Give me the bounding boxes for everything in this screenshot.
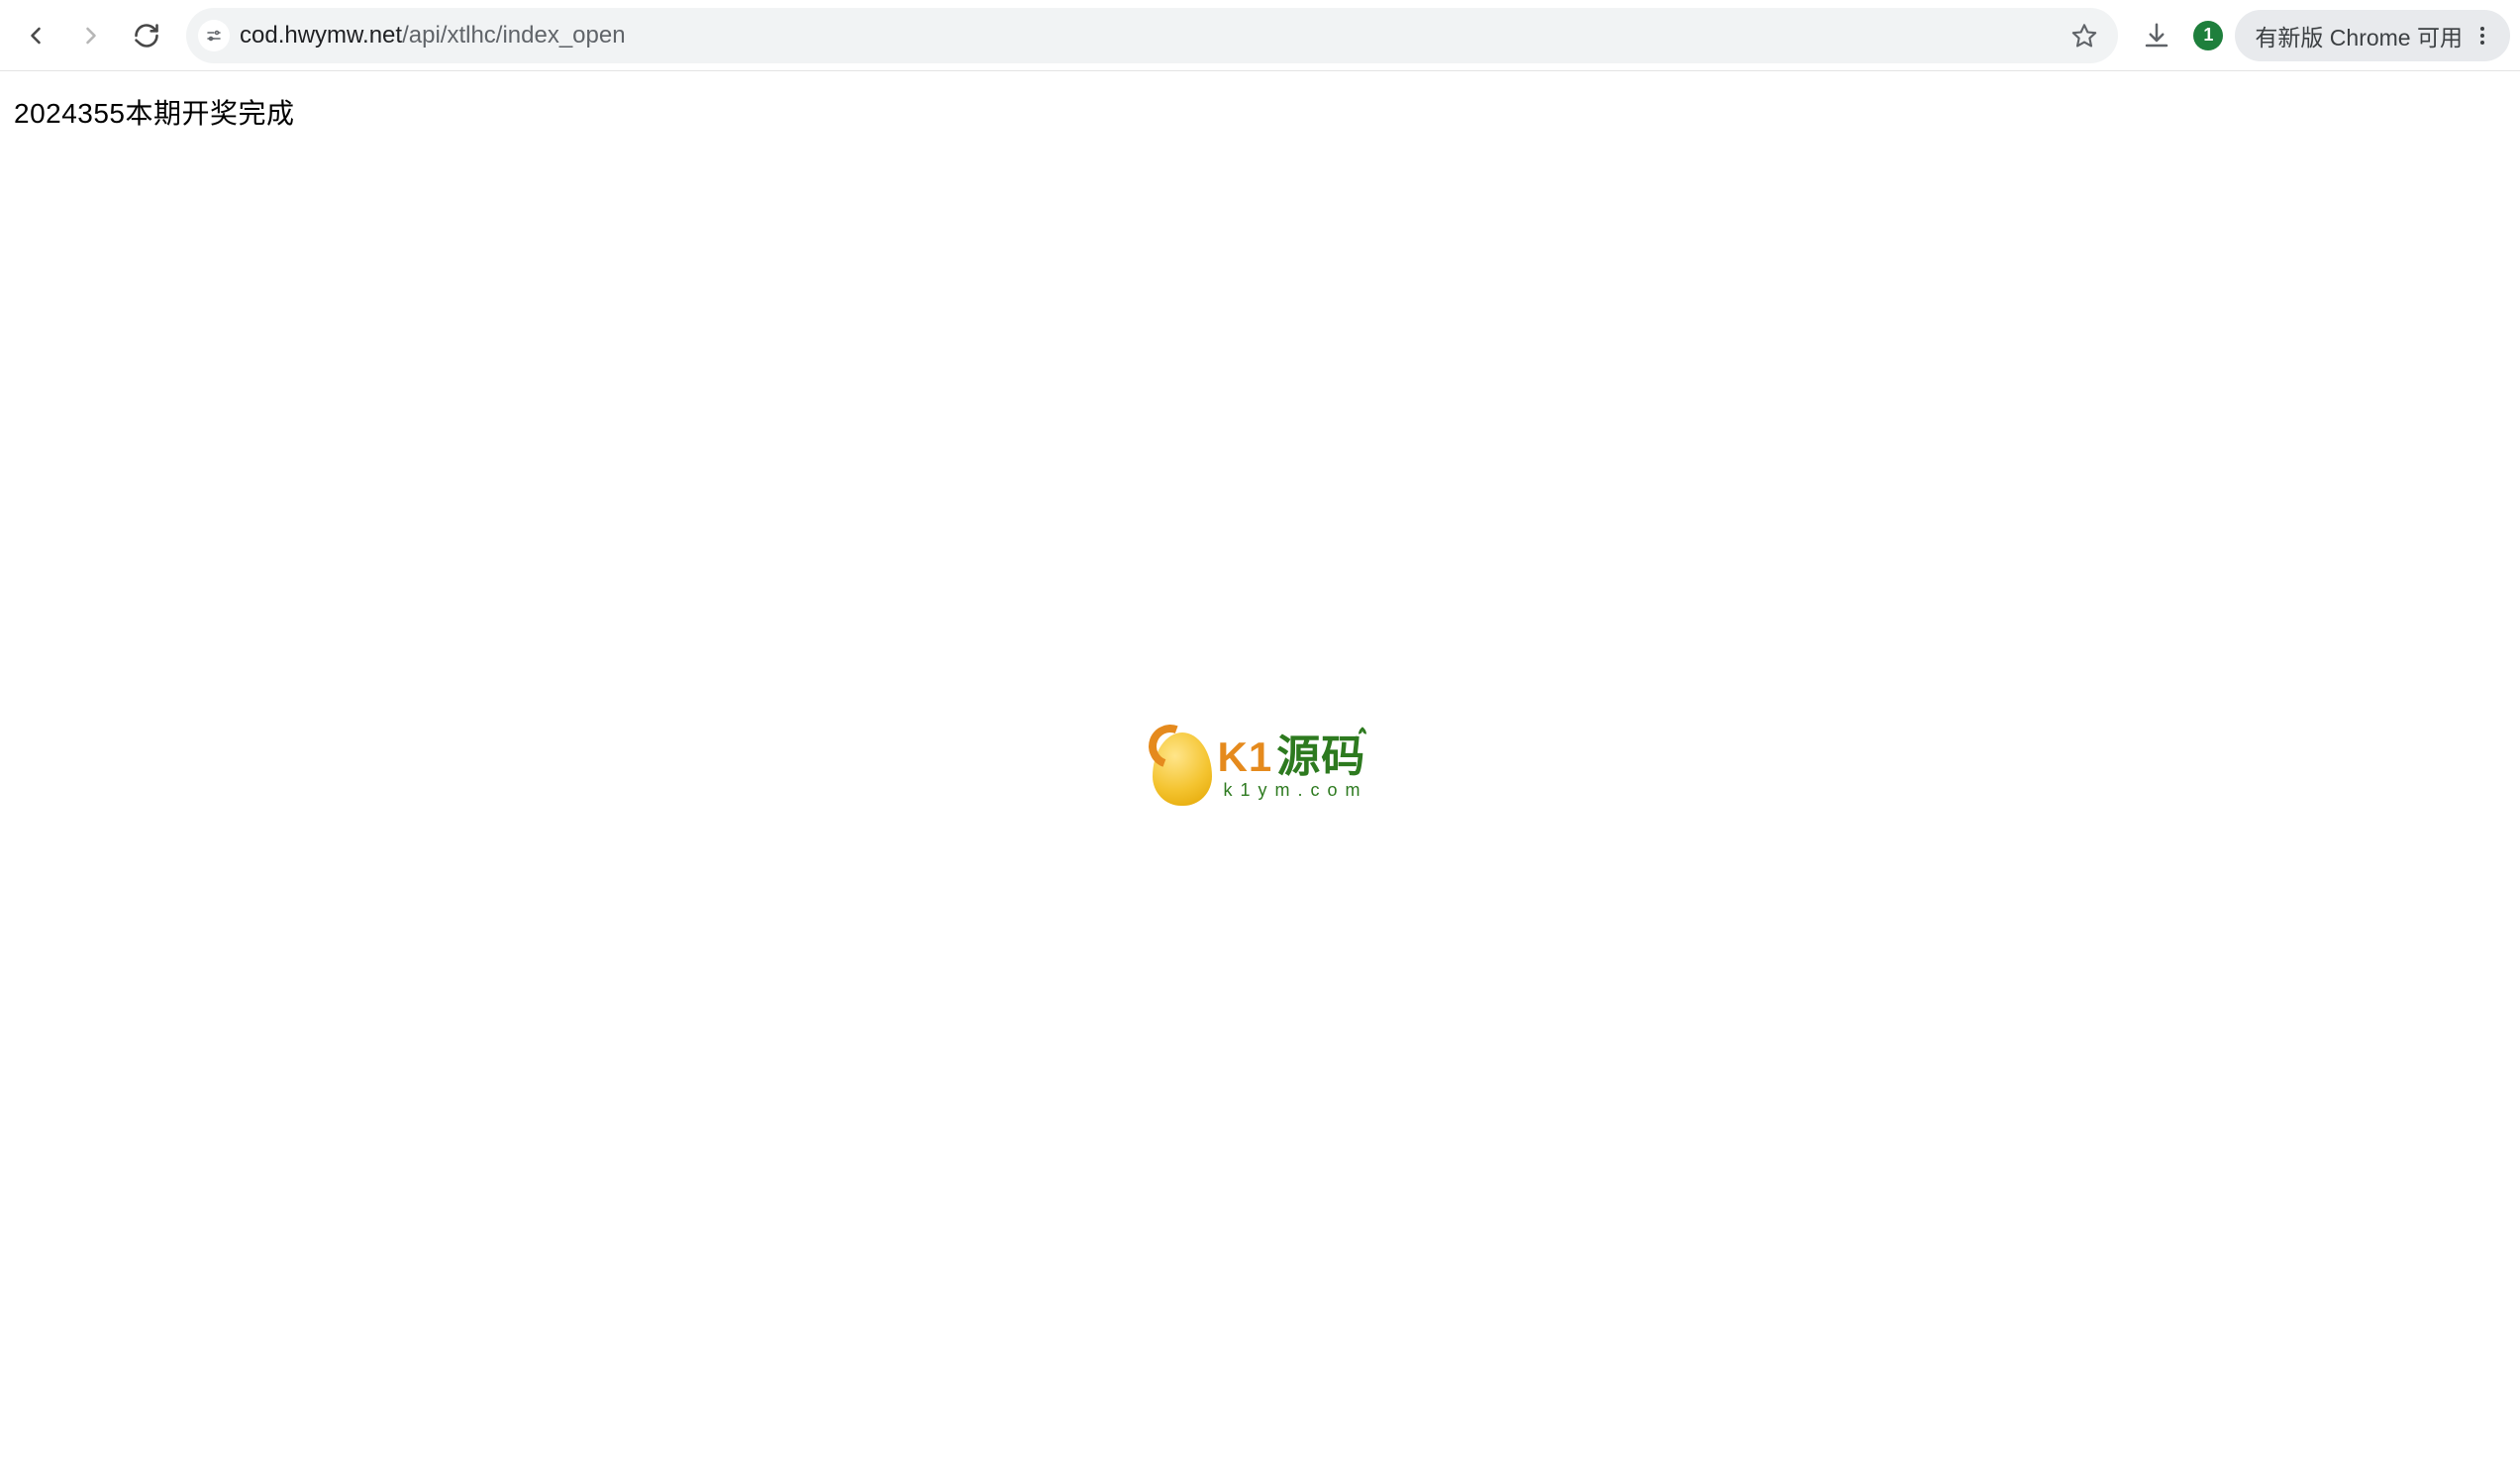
- chrome-update-label: 有新版 Chrome 可用: [2255, 19, 2463, 52]
- browser-toolbar: cod.hwymw.net/api/xtlhc/index_open 1 有新版…: [0, 0, 2520, 71]
- reload-button[interactable]: [121, 10, 172, 61]
- profile-avatar[interactable]: 1: [2193, 21, 2223, 50]
- omnibox[interactable]: cod.hwymw.net/api/xtlhc/index_open: [186, 8, 2118, 63]
- url-text: cod.hwymw.net/api/xtlhc/index_open: [240, 22, 2045, 49]
- profile-badge-text: 1: [2203, 25, 2213, 46]
- watermark-egg-icon: [1152, 727, 1211, 808]
- back-button[interactable]: [10, 10, 61, 61]
- forward-button[interactable]: [65, 10, 117, 61]
- downloads-icon[interactable]: [2132, 11, 2181, 60]
- leaf-icon: [1355, 726, 1370, 745]
- k1ym-watermark: K1 源码 k1ym.com: [1152, 727, 1367, 808]
- page-content: 2024355本期开奖完成 K1 源码 k1ym.com: [0, 71, 2520, 1463]
- watermark-text: K1 源码 k1ym.com: [1217, 735, 1367, 799]
- site-permissions-icon[interactable]: [198, 20, 230, 51]
- kebab-menu-icon: [2470, 24, 2494, 48]
- bookmark-star-icon[interactable]: [2063, 14, 2106, 57]
- chrome-update-pill[interactable]: 有新版 Chrome 可用: [2235, 10, 2510, 61]
- api-response-text: 2024355本期开奖完成: [14, 92, 295, 132]
